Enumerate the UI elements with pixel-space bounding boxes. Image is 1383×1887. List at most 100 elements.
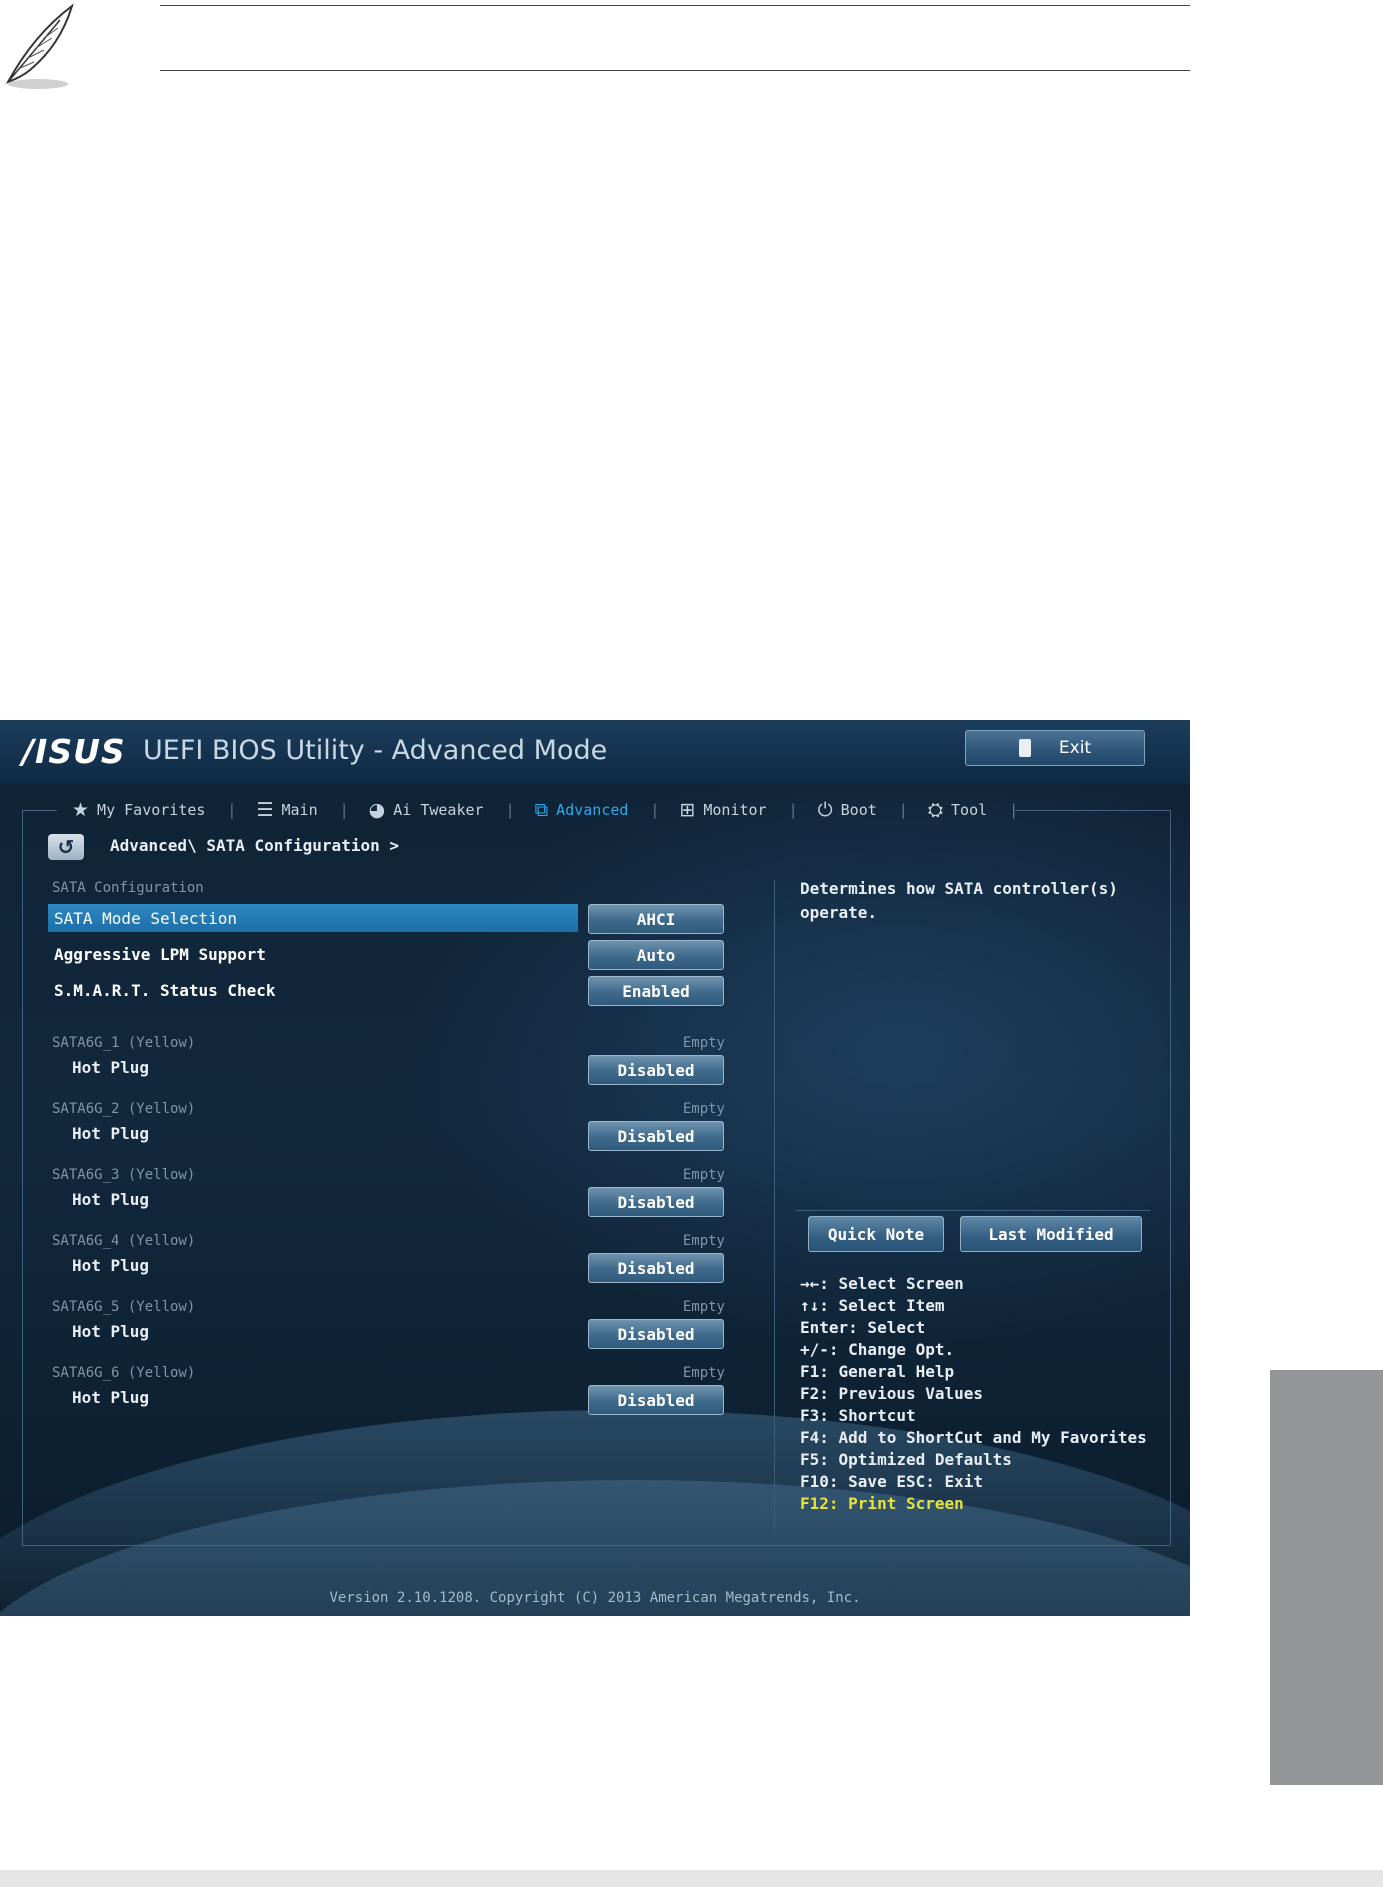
setting-label: S.M.A.R.T. Status Check xyxy=(54,980,276,1000)
tab-label: My Favorites xyxy=(97,801,206,819)
hot-plug-label: Hot Plug xyxy=(72,1256,150,1275)
tab-separator: | xyxy=(898,801,908,819)
key-legend-item: F5: Optimized Defaults xyxy=(800,1450,1012,1469)
tab-ai-tweaker[interactable]: ◕ Ai Tweaker | xyxy=(359,799,525,821)
tab-separator: | xyxy=(227,801,237,819)
hot-plug-value-button[interactable]: Disabled xyxy=(588,1055,724,1085)
tab-boot[interactable]: ⏻ Boot | xyxy=(808,799,918,821)
tab-monitor[interactable]: ⊞ Monitor | xyxy=(669,799,807,821)
panel-divider xyxy=(774,880,775,1530)
key-legend-item: ↑↓: Select Item xyxy=(800,1296,945,1315)
setting-value-button[interactable]: Auto xyxy=(588,940,724,970)
sata-port-label: SATA6G_1 (Yellow) xyxy=(52,1035,196,1051)
last-modified-button[interactable]: Last Modified xyxy=(960,1216,1142,1252)
sata-port-label: SATA6G_3 (Yellow) xyxy=(52,1167,196,1183)
tab-label: Ai Tweaker xyxy=(393,801,484,819)
tab-separator: | xyxy=(1009,801,1019,819)
monitor-icon: ⊞ xyxy=(679,799,696,821)
back-button[interactable]: ↺ xyxy=(48,834,84,860)
frame-line-left xyxy=(22,810,23,1545)
sata-port-status: Empty xyxy=(682,1233,725,1249)
tool-icon: ⛭ xyxy=(927,799,944,821)
version-footer: Version 2.10.1208. Copyright (C) 2013 Am… xyxy=(329,1590,861,1606)
sata-port-label: SATA6G_5 (Yellow) xyxy=(52,1299,196,1315)
frame-line-top-right xyxy=(1015,810,1170,811)
chapter-side-tab xyxy=(1270,1370,1383,1785)
key-legend-item: +/-: Change Opt. xyxy=(800,1340,955,1359)
tab-separator: | xyxy=(650,801,660,819)
key-legend-item: →←: Select Screen xyxy=(800,1274,964,1293)
bios-header: /ISUS UEFI BIOS Utility - Advanced Mode … xyxy=(0,720,1190,784)
hot-plug-value-button[interactable]: Disabled xyxy=(588,1385,724,1415)
key-legend-item: Enter: Select xyxy=(800,1318,926,1337)
tab-tool[interactable]: ⛭ Tool | xyxy=(918,799,1028,821)
tab-label: Boot xyxy=(840,801,877,819)
sata-port-label: SATA6G_4 (Yellow) xyxy=(52,1233,196,1249)
power-icon: ⏻ xyxy=(817,799,833,821)
setting-row[interactable]: SATA Mode Selection xyxy=(48,904,578,932)
hot-plug-value-button[interactable]: Disabled xyxy=(588,1121,724,1151)
tab-separator: | xyxy=(505,801,515,819)
help-text: Determines how SATA controller(s) operat… xyxy=(800,879,1118,922)
tab-label: Advanced xyxy=(556,801,629,819)
key-legend-item: F10: Save ESC: Exit xyxy=(800,1472,984,1491)
key-legend-item: F1: General Help xyxy=(800,1362,955,1381)
tab-label: Monitor xyxy=(703,801,767,819)
breadcrumb: Advanced\ SATA Configuration > xyxy=(110,836,399,855)
hot-plug-value-button[interactable]: Disabled xyxy=(588,1253,724,1283)
sata-port-label: SATA6G_2 (Yellow) xyxy=(52,1101,196,1117)
setting-row[interactable]: S.M.A.R.T. Status Check xyxy=(48,976,578,1004)
tab-separator: | xyxy=(788,801,798,819)
main-tab-bar: ★ My Favorites | ☰ Main | ◕ Ai Tweaker | ⧉ Advance… xyxy=(62,790,1028,830)
advanced-icon: ⧉ xyxy=(534,799,549,821)
list-icon: ☰ xyxy=(256,799,274,821)
exit-button[interactable]: Exit xyxy=(965,730,1145,766)
sata-port-status: Empty xyxy=(682,1299,725,1315)
setting-value-button[interactable]: Enabled xyxy=(588,976,724,1006)
hot-plug-label: Hot Plug xyxy=(72,1190,150,1209)
sata-port-status: Empty xyxy=(682,1167,725,1183)
setting-label: SATA Mode Selection xyxy=(54,908,238,928)
asus-logo: /ISUS xyxy=(22,732,126,771)
star-icon: ★ xyxy=(72,799,90,821)
hot-plug-label: Hot Plug xyxy=(72,1388,150,1407)
page-footer-bar xyxy=(0,1870,1383,1887)
setting-row[interactable]: Aggressive LPM Support xyxy=(48,940,578,968)
help-divider xyxy=(795,1210,1150,1211)
note-rule-bottom xyxy=(160,70,1190,71)
note-rule-top xyxy=(160,5,1190,6)
tab-label: Main xyxy=(281,801,318,819)
hot-plug-label: Hot Plug xyxy=(72,1058,150,1077)
frame-line-right xyxy=(1170,810,1171,1545)
frame-line-top-left xyxy=(22,810,57,811)
bios-screen: /ISUS UEFI BIOS Utility - Advanced Mode … xyxy=(0,720,1190,1616)
key-legend: →←: Select Screen ↑↓: Select Item Enter: S… xyxy=(800,1273,1147,1515)
feather-pen-icon xyxy=(5,3,74,89)
tab-advanced[interactable]: ⧉ Advanced | xyxy=(525,799,670,821)
hot-plug-label: Hot Plug xyxy=(72,1322,150,1341)
key-legend-item: F4: Add to ShortCut and My Favorites xyxy=(800,1428,1147,1447)
quick-note-button[interactable]: Quick Note xyxy=(808,1216,944,1252)
sata-port-status: Empty xyxy=(682,1035,725,1051)
tweaker-icon: ◕ xyxy=(368,799,386,821)
tab-separator: | xyxy=(339,801,349,819)
frame-line-bottom xyxy=(22,1545,1170,1546)
tab-main[interactable]: ☰ Main | xyxy=(246,799,358,821)
key-legend-item: F3: Shortcut xyxy=(800,1406,916,1425)
bios-title: UEFI BIOS Utility - Advanced Mode xyxy=(143,735,608,766)
hot-plug-value-button[interactable]: Disabled xyxy=(588,1187,724,1217)
sata-port-label: SATA6G_6 (Yellow) xyxy=(52,1365,196,1381)
sata-port-status: Empty xyxy=(682,1365,725,1381)
section-title: SATA Configuration xyxy=(52,880,204,896)
setting-label: Aggressive LPM Support xyxy=(54,944,266,964)
exit-label: Exit xyxy=(1058,738,1092,758)
sata-port-status: Empty xyxy=(682,1101,725,1117)
exit-door-icon xyxy=(1018,739,1031,757)
hot-plug-value-button[interactable]: Disabled xyxy=(588,1319,724,1349)
key-legend-item: F2: Previous Values xyxy=(800,1384,984,1403)
hot-plug-label: Hot Plug xyxy=(72,1124,150,1143)
tab-label: Tool xyxy=(951,801,988,819)
key-legend-item: F12: Print Screen xyxy=(800,1494,964,1513)
tab-my-favorites[interactable]: ★ My Favorites | xyxy=(62,799,246,821)
setting-value-button[interactable]: AHCI xyxy=(588,904,724,934)
